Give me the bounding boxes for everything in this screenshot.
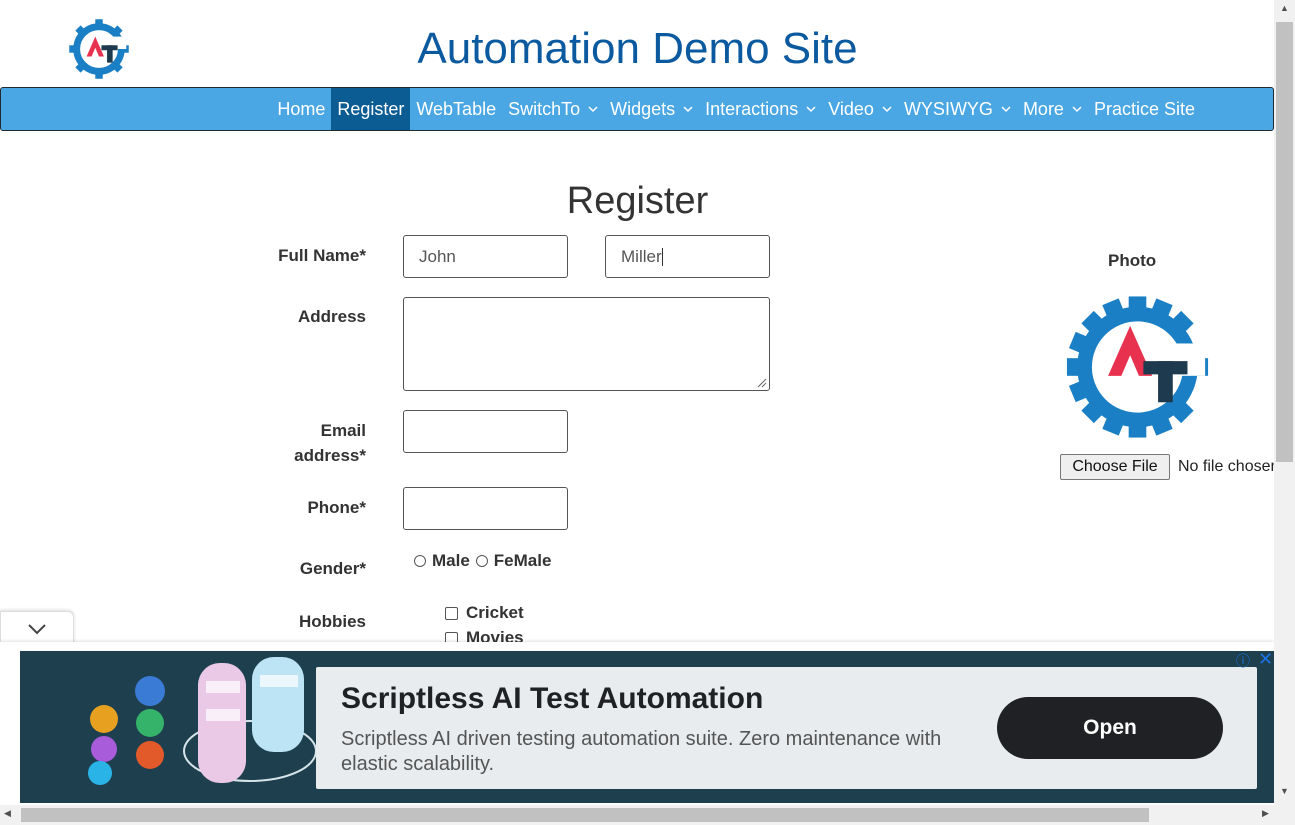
email-label-line2: address* bbox=[294, 446, 366, 465]
ad-info-icon[interactable]: ⓘ bbox=[1236, 651, 1250, 671]
nav-item-label: Home bbox=[277, 98, 326, 119]
hobby-cricket-label[interactable]: Cricket bbox=[466, 603, 524, 623]
gender-male-radio[interactable] bbox=[414, 555, 426, 567]
chevron-down-icon bbox=[28, 624, 46, 635]
ad-open-button[interactable]: Open bbox=[997, 697, 1223, 759]
scroll-up-arrow-icon[interactable]: ▲ bbox=[1274, 3, 1295, 19]
ad-card[interactable]: Scriptless AI Test Automation Scriptless… bbox=[316, 667, 1257, 789]
chevron-down-icon bbox=[806, 102, 816, 116]
resize-grip-icon[interactable] bbox=[757, 378, 767, 388]
hobbies-label: Hobbies bbox=[298, 612, 366, 631]
text-cursor bbox=[661, 247, 663, 266]
hobby-cricket[interactable]: Cricket bbox=[445, 603, 524, 623]
chevron-down-icon bbox=[1072, 102, 1082, 116]
nav-item-widgets[interactable]: Widgets bbox=[604, 88, 699, 130]
nav-item-label: WYSIWYG bbox=[903, 98, 993, 119]
horizontal-scroll-thumb[interactable] bbox=[21, 808, 1149, 822]
chevron-down-icon bbox=[882, 102, 892, 116]
nav-item-video[interactable]: Video bbox=[822, 88, 898, 130]
choose-file-button[interactable]: Choose File bbox=[1060, 454, 1170, 480]
email-input[interactable] bbox=[403, 410, 568, 453]
phone-label: Phone* bbox=[307, 498, 366, 517]
hobby-cricket-checkbox[interactable] bbox=[445, 606, 458, 620]
main-navbar: Home Register WebTable SwitchTo Widgets Inter… bbox=[0, 87, 1274, 131]
nav-item-webtable[interactable]: WebTable bbox=[410, 88, 502, 130]
address-label: Address bbox=[297, 307, 366, 326]
nav-item-register[interactable]: Register bbox=[331, 88, 411, 130]
nav-item-interactions[interactable]: Interactions bbox=[699, 88, 822, 130]
gender-male-label[interactable]: Male bbox=[432, 551, 470, 571]
nav-item-label: Widgets bbox=[610, 98, 676, 119]
nav-item-label: Interactions bbox=[705, 98, 799, 119]
chevron-down-icon bbox=[683, 102, 693, 116]
vertical-scrollbar[interactable]: ▲ ▼ bbox=[1274, 0, 1295, 805]
nav-item-wysiwyg[interactable]: WYSIWYG bbox=[898, 88, 1017, 130]
chevron-down-icon bbox=[588, 102, 598, 116]
file-status-text: No file chosen bbox=[1178, 458, 1274, 475]
email-label-line1: Email bbox=[320, 421, 366, 440]
nav-item-label: WebTable bbox=[416, 98, 497, 119]
ad-image-icon bbox=[20, 651, 316, 803]
nav-item-label: Video bbox=[828, 98, 874, 119]
photo-logo-icon bbox=[1066, 296, 1209, 438]
address-textarea[interactable] bbox=[403, 297, 770, 391]
first-name-input[interactable]: John bbox=[403, 235, 568, 278]
nav-item-home[interactable]: Home bbox=[271, 88, 331, 130]
nav-item-label: Practice Site bbox=[1093, 98, 1195, 119]
phone-input[interactable] bbox=[403, 487, 568, 530]
gender-radio-group: Male FeMale bbox=[414, 551, 551, 571]
scroll-down-arrow-icon[interactable]: ▼ bbox=[1274, 786, 1295, 802]
nav-item-more[interactable]: More bbox=[1017, 88, 1088, 130]
last-name-input[interactable]: Miller bbox=[605, 235, 770, 278]
scroll-left-arrow-icon[interactable]: ◀ bbox=[4, 808, 11, 819]
nav-item-label: SwitchTo bbox=[508, 98, 581, 119]
nav-item-switchto[interactable]: SwitchTo bbox=[502, 88, 604, 130]
scroll-right-arrow-icon[interactable]: ▶ bbox=[1262, 808, 1269, 819]
full-name-label: Full Name* bbox=[278, 246, 366, 265]
nav-item-label: Register bbox=[337, 98, 405, 119]
ad-collapse-button[interactable] bbox=[0, 611, 74, 646]
photo-label: Photo bbox=[1108, 251, 1157, 270]
page-title: Register bbox=[566, 180, 709, 222]
ad-title[interactable]: Scriptless AI Test Automation bbox=[341, 682, 763, 716]
ad-close-icon[interactable]: ✕ bbox=[1258, 649, 1273, 670]
site-title: Automation Demo Site bbox=[417, 24, 858, 73]
nav-item-practice-site[interactable]: Practice Site bbox=[1088, 88, 1201, 130]
nav-items: Home Register WebTable SwitchTo Widgets Inter… bbox=[271, 88, 1201, 130]
last-name-value: Miller bbox=[621, 246, 662, 266]
gender-female-label[interactable]: FeMale bbox=[494, 551, 552, 571]
nav-item-label: More bbox=[1022, 98, 1064, 119]
vertical-scroll-thumb[interactable] bbox=[1276, 22, 1293, 462]
horizontal-scrollbar[interactable]: ◀ ▶ bbox=[0, 805, 1295, 825]
ad-description: Scriptless AI driven testing automation … bbox=[341, 728, 942, 775]
gender-label: Gender* bbox=[299, 559, 366, 578]
chevron-down-icon bbox=[1001, 102, 1011, 116]
gender-female-radio[interactable] bbox=[475, 555, 488, 567]
ad-banner[interactable]: Scriptless AI Test Automation Scriptless… bbox=[20, 651, 1274, 803]
